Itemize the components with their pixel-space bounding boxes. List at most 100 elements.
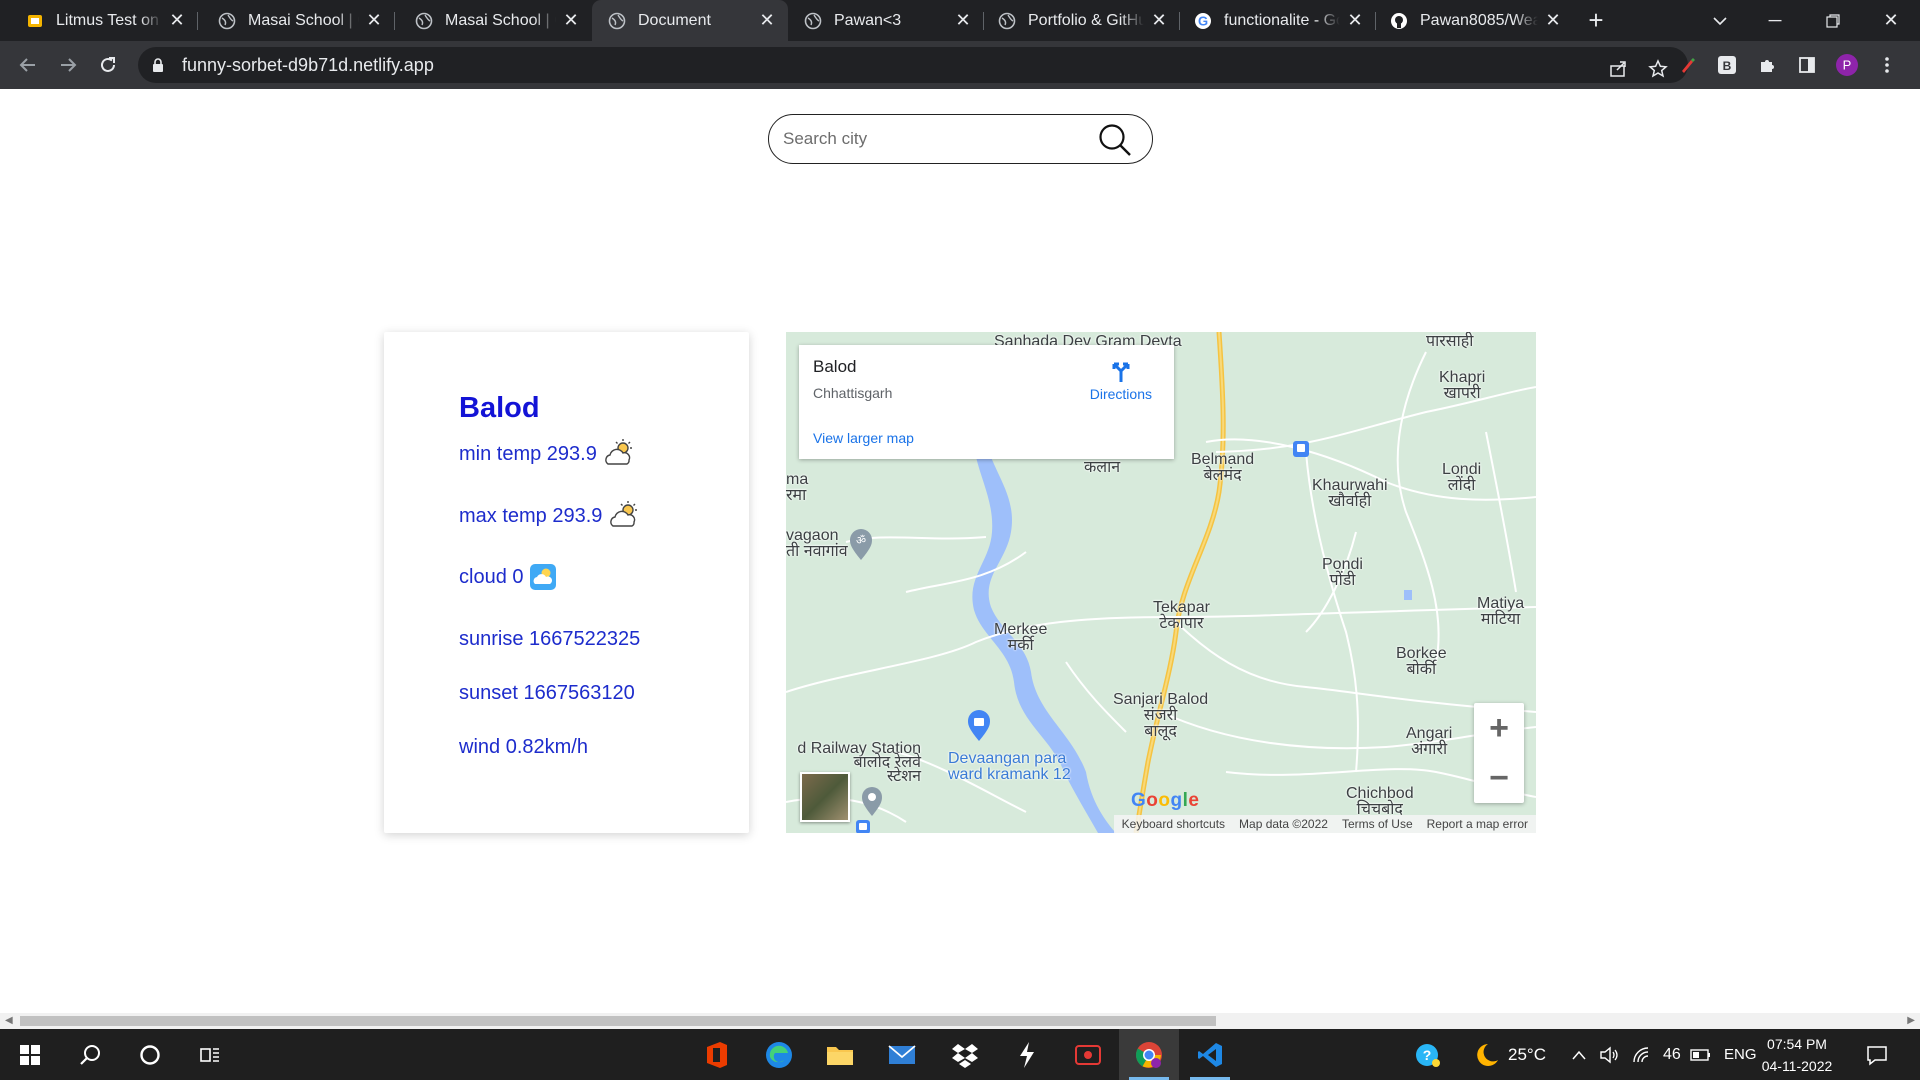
profile-avatar[interactable]: P (1832, 49, 1862, 81)
google-map-embed[interactable]: Sanhada Dev Gram Devta पारसाही Khapri खा… (786, 332, 1536, 833)
close-tab-icon[interactable]: ✕ (365, 10, 383, 31)
sun-behind-cloud-icon (608, 500, 642, 532)
transit-station-icon[interactable] (1293, 441, 1309, 462)
svg-text:ॐ: ॐ (856, 534, 866, 547)
side-panel-icon[interactable] (1792, 49, 1822, 81)
notifications-icon[interactable] (1866, 1029, 1888, 1080)
terms-link[interactable]: Terms of Use (1342, 817, 1413, 831)
map-label-vagaon: vagaon ती नवागांव (786, 527, 848, 560)
scroll-left-icon[interactable]: ◀ (5, 1015, 13, 1026)
wind-text: wind 0.82km/h (459, 736, 588, 758)
close-tab-icon[interactable]: ✕ (168, 10, 186, 31)
tab-title: Pawan<3 (834, 11, 902, 29)
shopping-pin-icon[interactable] (966, 710, 992, 747)
tab-functionalite[interactable]: G functionalite - Go ✕ (1180, 0, 1376, 41)
windows-start-icon[interactable] (0, 1029, 60, 1080)
map-data-text: Map data ©2022 (1239, 817, 1328, 831)
zoom-out-button[interactable]: − (1474, 753, 1524, 803)
speaker-icon[interactable] (1600, 1029, 1620, 1080)
map-label-pondi: Pondi पोंडी (1322, 556, 1363, 589)
taskbar-clock[interactable]: 07:54 PM 04-11-2022 (1752, 1033, 1842, 1077)
vscode-icon[interactable] (1180, 1029, 1240, 1080)
min-temp-row: min temp 293.9 (459, 438, 637, 470)
close-tab-icon[interactable]: ✕ (562, 10, 580, 31)
search-icon[interactable] (60, 1029, 120, 1080)
weather-widget[interactable]: 25°C (1474, 1029, 1546, 1080)
task-view-icon[interactable] (180, 1029, 240, 1080)
close-window-icon[interactable]: ✕ (1862, 0, 1920, 41)
svg-text:G: G (1198, 13, 1208, 28)
reload-icon[interactable] (88, 45, 128, 85)
dropbox-icon[interactable] (935, 1029, 995, 1080)
map-label-devaangan: Devaangan para ward kramank 12 (948, 750, 1071, 783)
close-tab-icon[interactable]: ✕ (1150, 10, 1168, 31)
map-label-tekapar: Tekapar टेकापार (1153, 599, 1210, 632)
tab-github[interactable]: Pawan8085/Weat ✕ (1376, 0, 1574, 41)
tab-litmus[interactable]: Litmus Test on OJ ✕ (0, 0, 198, 41)
address-bar[interactable]: funny-sorbet-d9b71d.netlify.app (138, 47, 1688, 83)
close-tab-icon[interactable]: ✕ (954, 10, 972, 31)
tab-masai-2[interactable]: Masai School | Co ✕ (395, 0, 592, 41)
report-error-link[interactable]: Report a map error (1427, 817, 1528, 831)
b-extension-icon[interactable]: B (1712, 49, 1742, 81)
satellite-toggle-thumbnail[interactable] (800, 772, 850, 822)
transit-station-icon[interactable] (856, 820, 870, 833)
tab-pawan[interactable]: Pawan<3 ✕ (788, 0, 984, 41)
close-tab-icon[interactable]: ✕ (1544, 10, 1562, 31)
globe-icon (218, 12, 236, 30)
temple-pin-icon[interactable]: ॐ (848, 529, 874, 566)
tab-document[interactable]: Document ✕ (592, 0, 788, 41)
chrome-icon[interactable] (1119, 1029, 1179, 1080)
directions-icon (1112, 362, 1130, 382)
menu-kebab-icon[interactable] (1872, 49, 1902, 81)
edge-icon[interactable] (749, 1029, 809, 1080)
restore-icon[interactable] (1804, 0, 1862, 41)
battery-icon[interactable] (1690, 1029, 1712, 1080)
url-text: funny-sorbet-d9b71d.netlify.app (182, 54, 434, 75)
network-icon[interactable] (1632, 1029, 1652, 1080)
scroll-right-icon[interactable]: ▶ (1907, 1015, 1915, 1026)
office-icon[interactable] (687, 1029, 747, 1080)
city-search-box (768, 114, 1153, 164)
svg-text:P: P (1843, 58, 1852, 73)
map-label-merkee: Merkee मर्की (994, 621, 1048, 654)
max-temp-text: max temp 293.9 (459, 504, 603, 527)
help-icon[interactable]: ? (1398, 1029, 1458, 1080)
slides-icon (26, 12, 44, 30)
close-tab-icon[interactable]: ✕ (1346, 10, 1364, 31)
search-icon[interactable] (1098, 123, 1132, 162)
puzzle-extensions-icon[interactable] (1752, 49, 1782, 81)
search-city-input[interactable] (783, 129, 1083, 149)
keyboard-shortcuts-link[interactable]: Keyboard shortcuts (1122, 817, 1225, 831)
tab-title: Portfolio & GitHu (1028, 11, 1144, 29)
tab-masai-1[interactable]: Masai School | Co ✕ (198, 0, 395, 41)
map-label-khaurwahi: Khaurwahi खौर्वाही (1312, 477, 1388, 510)
clock-date: 04-11-2022 (1761, 1058, 1833, 1074)
share-icon[interactable] (1602, 53, 1634, 85)
city-name: Balod (459, 392, 540, 424)
back-icon[interactable] (8, 45, 48, 85)
forward-icon[interactable] (48, 45, 88, 85)
scrollbar-thumb[interactable] (20, 1016, 1216, 1026)
view-larger-map-link[interactable]: View larger map (813, 430, 914, 446)
horizontal-scrollbar[interactable]: ◀ ▶ (0, 1013, 1920, 1029)
zap-app-icon[interactable] (997, 1029, 1057, 1080)
bookmark-star-icon[interactable] (1642, 53, 1674, 85)
minimize-icon[interactable]: ─ (1746, 0, 1804, 41)
cloud-row: cloud 0 (459, 564, 556, 590)
pen-extension-icon[interactable] (1672, 49, 1702, 81)
location-pin-icon[interactable] (860, 787, 884, 822)
show-hidden-icons-chevron-icon[interactable] (1572, 1029, 1586, 1080)
tab-strip: Litmus Test on OJ ✕ Masai School | Co ✕ … (0, 0, 1920, 41)
screen-recorder-icon[interactable] (1058, 1029, 1118, 1080)
tab-portfolio[interactable]: Portfolio & GitHu ✕ (984, 0, 1180, 41)
cortana-icon[interactable] (120, 1029, 180, 1080)
map-label-londi: Londi लोंदी (1442, 461, 1482, 494)
directions-button[interactable]: Directions (1090, 357, 1152, 402)
mail-icon[interactable] (872, 1029, 932, 1080)
zoom-in-button[interactable]: + (1474, 703, 1524, 753)
tab-search-chevron-icon[interactable] (1708, 0, 1732, 41)
close-tab-icon[interactable]: ✕ (758, 10, 776, 31)
new-tab-button[interactable]: + (1574, 0, 1618, 41)
file-explorer-icon[interactable] (810, 1029, 870, 1080)
